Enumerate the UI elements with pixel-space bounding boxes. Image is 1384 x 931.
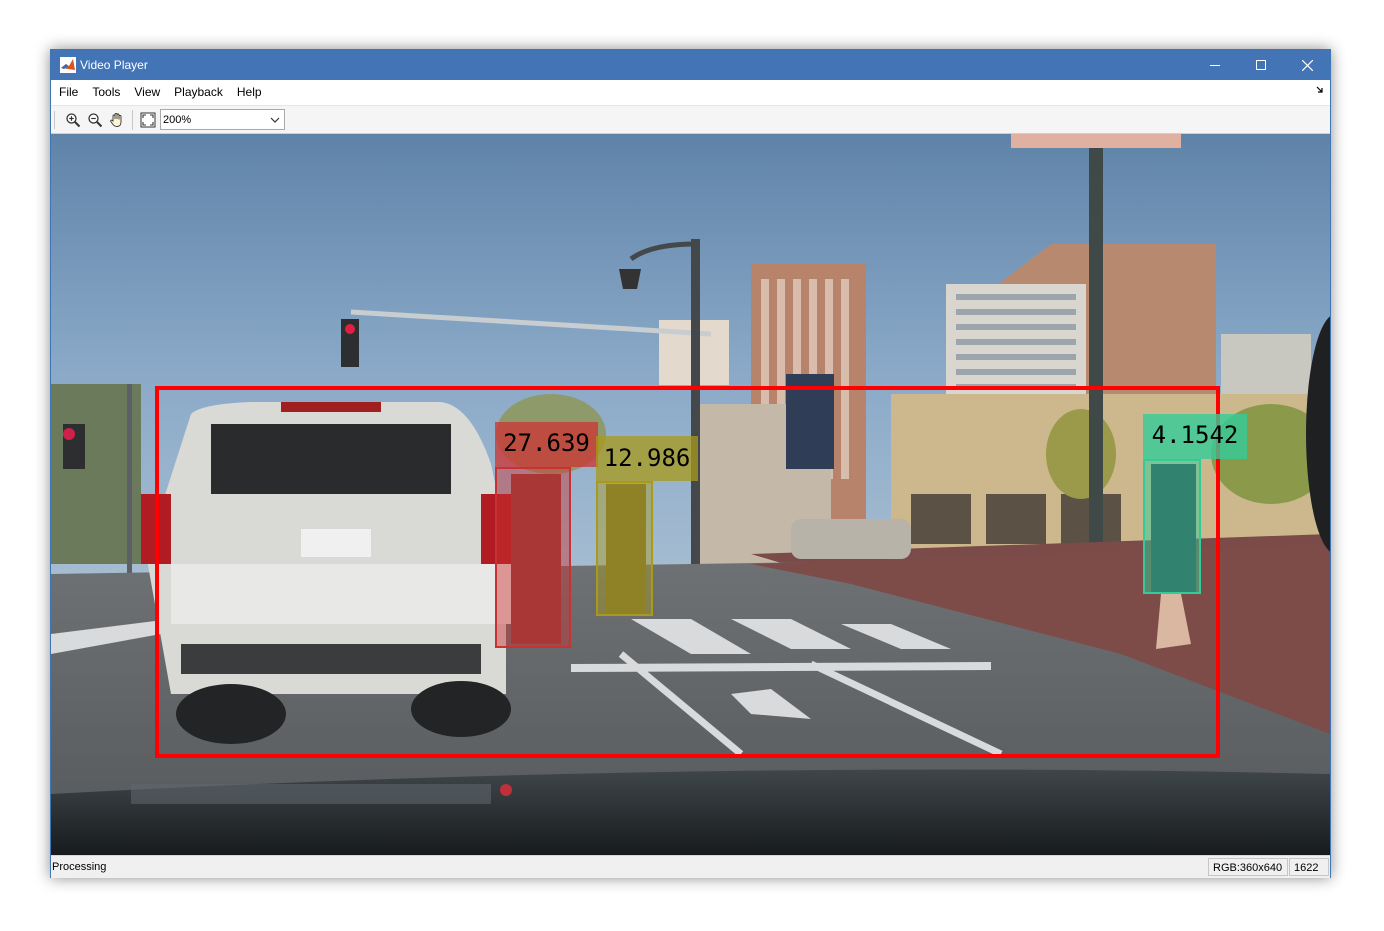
zoom-level-value: 200% xyxy=(163,113,192,126)
detection-box-2 xyxy=(596,481,653,616)
status-text: Processing xyxy=(52,861,107,873)
zoom-out-icon xyxy=(88,112,103,127)
minimize-button[interactable] xyxy=(1192,50,1238,80)
fit-to-window-icon xyxy=(140,112,156,127)
toolbar-separator xyxy=(132,109,133,130)
detection-label-2: 12.986 xyxy=(596,436,698,481)
close-icon xyxy=(1301,59,1313,71)
detection-box-3 xyxy=(1143,459,1201,594)
menu-view[interactable]: View xyxy=(127,80,167,105)
menu-help[interactable]: Help xyxy=(230,80,269,105)
undock-icon[interactable] xyxy=(1316,85,1324,97)
minimize-icon xyxy=(1210,65,1220,66)
video-player-window: Video Player File Tools View Playback He… xyxy=(50,49,1331,878)
detection-label-3: 4.1542 xyxy=(1143,414,1247,459)
fit-to-window-button[interactable] xyxy=(137,109,159,131)
zoom-in-icon xyxy=(66,112,81,127)
image-info: RGB:360x640 xyxy=(1208,858,1288,876)
maximize-button[interactable] xyxy=(1238,50,1284,80)
zoom-level-select[interactable]: 200% xyxy=(160,109,285,130)
toolbar-grip xyxy=(54,110,57,129)
detection-label-1: 27.639 xyxy=(495,422,598,467)
title-bar[interactable]: Video Player xyxy=(51,50,1330,80)
detection-box-1 xyxy=(495,467,571,648)
zoom-out-button[interactable] xyxy=(84,109,106,131)
menu-file[interactable]: File xyxy=(52,80,85,105)
menu-bar: File Tools View Playback Help xyxy=(51,80,1330,106)
pan-button[interactable] xyxy=(106,109,128,131)
detection-score-2: 12.986 xyxy=(603,444,691,472)
detection-score-3: 4.1542 xyxy=(1151,421,1239,449)
maximize-icon xyxy=(1256,60,1266,70)
video-frame[interactable]: 27.639 12.986 4.1542 xyxy=(51,134,1330,855)
pan-hand-icon xyxy=(110,112,122,127)
close-button[interactable] xyxy=(1284,50,1330,80)
window-title: Video Player xyxy=(80,58,148,72)
toolbar: 200% xyxy=(51,106,1330,134)
chevron-down-icon xyxy=(266,110,284,129)
status-bar: Processing RGB:360x640 1622 xyxy=(51,855,1330,878)
frame-number: 1622 xyxy=(1289,858,1329,876)
zoom-in-button[interactable] xyxy=(62,109,84,131)
matlab-logo-icon xyxy=(60,57,76,73)
detection-score-1: 27.639 xyxy=(503,429,590,457)
menu-tools[interactable]: Tools xyxy=(85,80,127,105)
menu-playback[interactable]: Playback xyxy=(167,80,230,105)
